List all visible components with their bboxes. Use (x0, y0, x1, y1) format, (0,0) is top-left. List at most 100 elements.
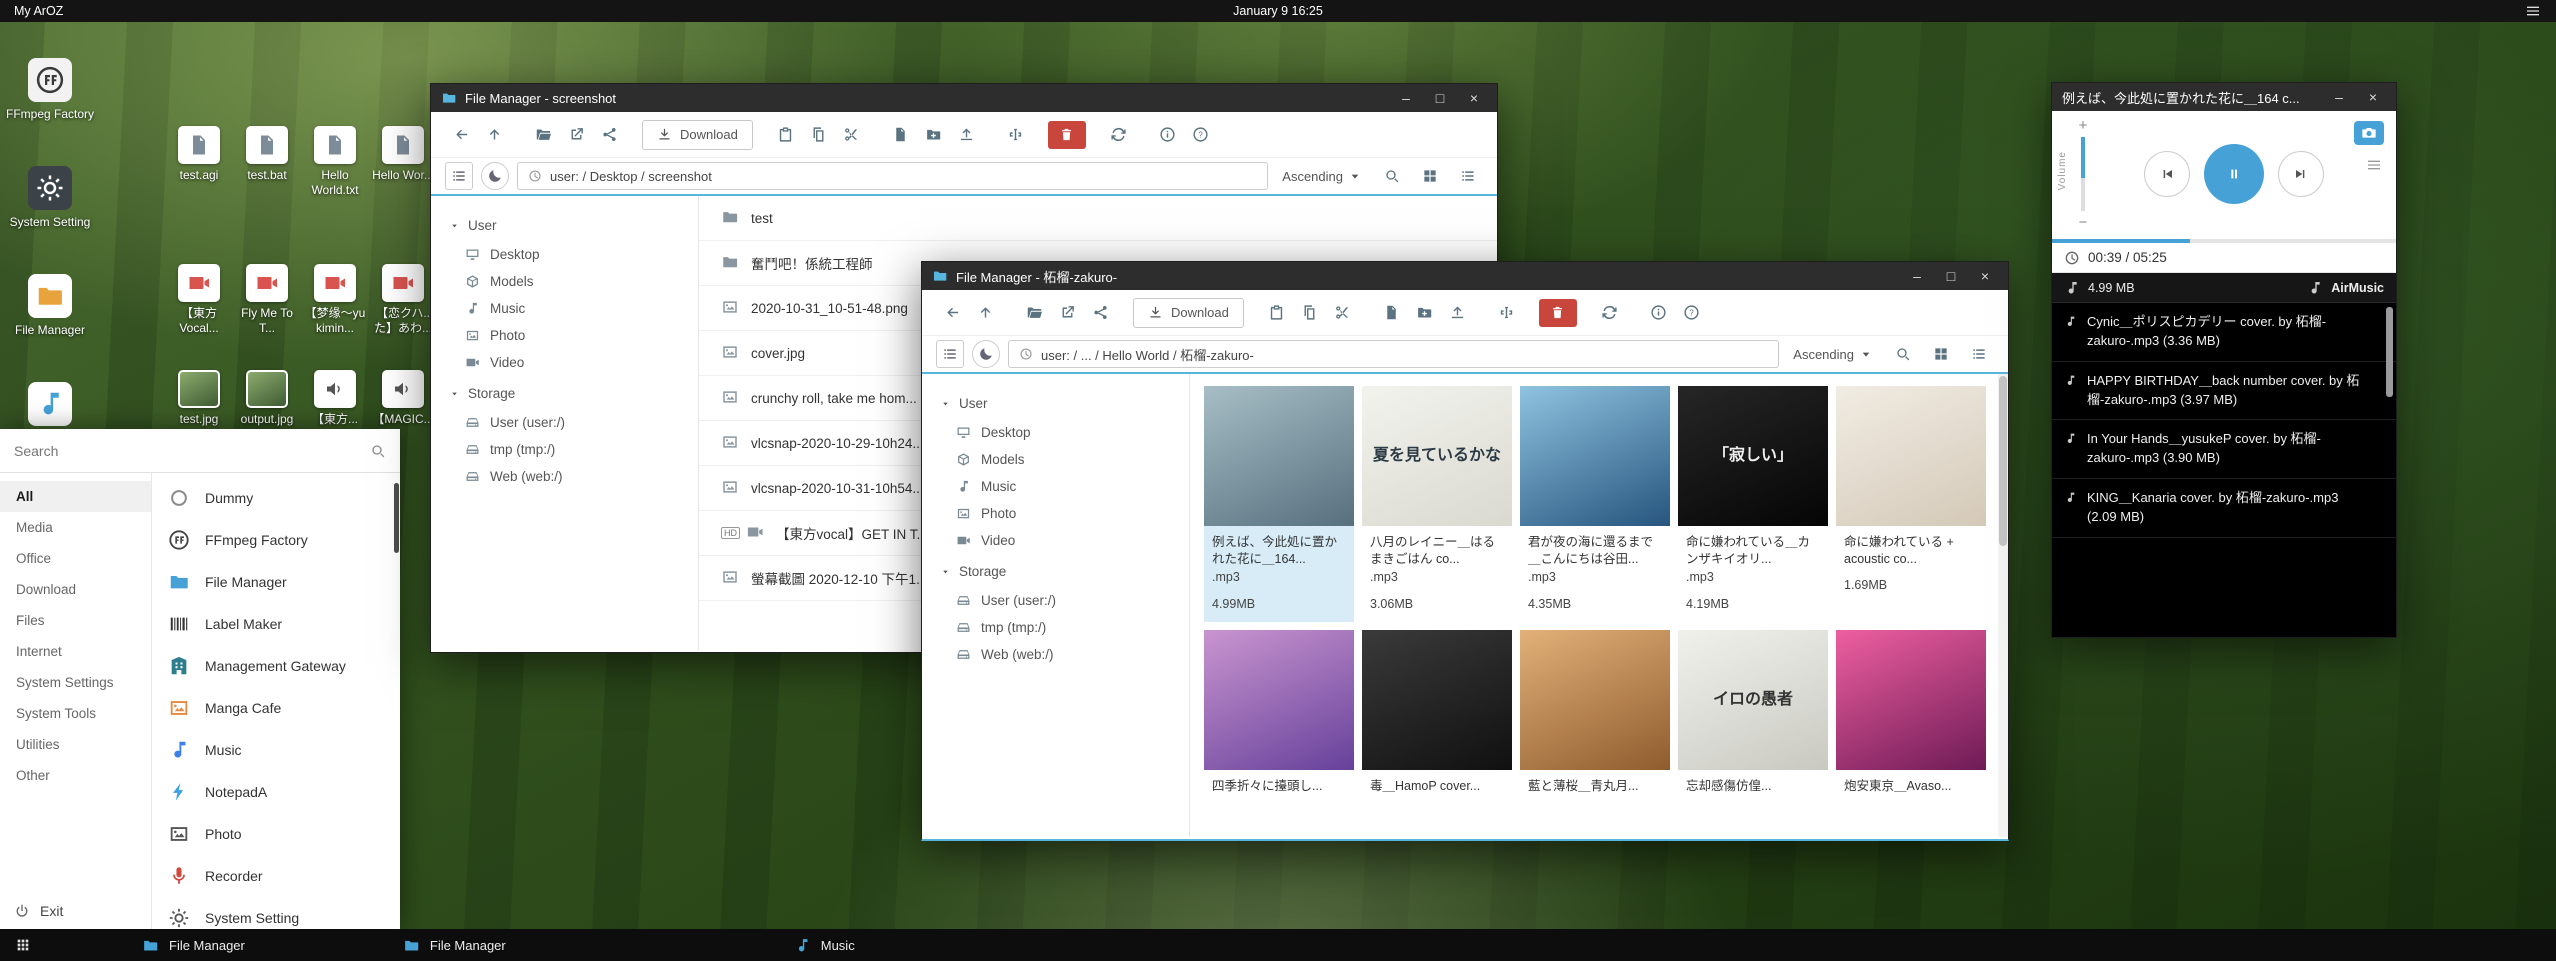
app-launcher-icon[interactable] (14, 936, 32, 954)
folder-open-icon[interactable] (527, 120, 560, 150)
copy-icon[interactable] (802, 120, 835, 150)
rename-icon[interactable] (1490, 298, 1523, 328)
app-ffmpeg-factory[interactable]: FFmpeg Factory (152, 519, 400, 561)
progress-bar[interactable] (2052, 239, 2396, 243)
volume-slider[interactable]: + − Volume (2064, 117, 2102, 231)
file-tile[interactable]: 君が夜の海に還るまで＿こんにちは谷田....mp34.35MB (1520, 386, 1670, 622)
upload-icon[interactable] (950, 120, 983, 150)
scrollbar-track[interactable] (1998, 374, 2008, 837)
sidebar-item-music[interactable]: Music (449, 295, 698, 322)
sort-dropdown[interactable]: Ascending (1276, 168, 1369, 184)
playlist-item[interactable]: KING＿Kanaria cover. by 柘榴-zakuro-.mp3 (2… (2052, 479, 2396, 538)
sidebar-item-user-user[interactable]: User (user:/) (449, 409, 698, 436)
up-icon[interactable] (969, 298, 1002, 328)
rename-icon[interactable] (999, 120, 1032, 150)
view-toggle-button[interactable] (936, 340, 964, 368)
app-music[interactable]: Music (152, 729, 400, 771)
sidebar-item-web-web[interactable]: Web (web:/) (940, 641, 1189, 668)
app-dummy[interactable]: Dummy (152, 477, 400, 519)
dark-mode-button[interactable] (972, 340, 1000, 368)
minimize-button[interactable]: – (1904, 268, 1930, 284)
help-icon[interactable]: ? (1675, 298, 1708, 328)
external-icon[interactable] (1051, 298, 1084, 328)
sidebar-item-photo[interactable]: Photo (449, 322, 698, 349)
upload-icon[interactable] (1441, 298, 1474, 328)
brand-label[interactable]: My ArOZ (14, 4, 274, 18)
path-field[interactable]: user: / Desktop / screenshot (517, 162, 1268, 190)
previous-track-button[interactable] (2144, 151, 2190, 197)
category-utilities[interactable]: Utilities (0, 729, 151, 760)
sidebar-item-models[interactable]: Models (940, 446, 1189, 473)
desktop-icon-file-manager[interactable]: File Manager (4, 274, 96, 338)
dark-mode-button[interactable] (481, 162, 509, 190)
app-notepada[interactable]: NotepadA (152, 771, 400, 813)
titlebar[interactable]: File Manager - 柘榴-zakuro- – □ × (922, 262, 2008, 290)
refresh-icon[interactable] (1102, 120, 1135, 150)
sidebar-item-models[interactable]: Models (449, 268, 698, 295)
category-system-settings[interactable]: System Settings (0, 667, 151, 698)
app-file-manager[interactable]: File Manager (152, 561, 400, 603)
sidebar-item-photo[interactable]: Photo (940, 500, 1189, 527)
cast-button[interactable] (2354, 121, 2384, 145)
app-manga-cafe[interactable]: Manga Cafe (152, 687, 400, 729)
file-tile[interactable]: 炮安東京＿Avaso... (1836, 630, 1986, 805)
file-tile[interactable]: 「寂しい」命に嫌われている＿カンザキイオリ....mp34.19MB (1678, 386, 1828, 622)
sidebar-section-storage[interactable]: Storage (940, 564, 1189, 579)
category-office[interactable]: Office (0, 543, 151, 574)
file-tile[interactable]: 例えば、今此処に置かれた花に＿164....mp34.99MB (1204, 386, 1354, 622)
search-input[interactable] (14, 443, 362, 459)
playlist-item[interactable]: In Your Hands＿yusukeP cover. by 柘榴-zakur… (2052, 420, 2396, 479)
topbar-menu-icon[interactable] (2524, 2, 2542, 20)
file-tile[interactable]: 藍と薄桜＿青丸月... (1520, 630, 1670, 805)
scrollbar-thumb[interactable] (1999, 376, 2007, 546)
playlist-item[interactable]: Cynic＿ポリスピカデリー cover. by 柘榴-zakuro-.mp3 … (2052, 303, 2396, 362)
volume-track[interactable] (2081, 137, 2085, 211)
sidebar-item-user-user[interactable]: User (user:/) (940, 587, 1189, 614)
copy-icon[interactable] (1293, 298, 1326, 328)
info-icon[interactable] (1151, 120, 1184, 150)
desktop-file-item[interactable]: 【恋クハ..た】あわ... (370, 264, 436, 336)
exit-button[interactable]: Exit (14, 903, 63, 919)
file-tile[interactable]: 命に嫌われている + acoustic co...1.69MB (1836, 386, 1986, 622)
refresh-icon[interactable] (1593, 298, 1626, 328)
trash-button[interactable] (1048, 121, 1086, 149)
taskbar-task-music-3[interactable]: Music (786, 929, 863, 961)
close-button[interactable]: × (1461, 90, 1487, 106)
up-icon[interactable] (478, 120, 511, 150)
app-label-maker[interactable]: Label Maker (152, 603, 400, 645)
help-icon[interactable]: ? (1184, 120, 1217, 150)
desktop-file-test-jpg[interactable]: test.jpg (166, 370, 232, 427)
category-files[interactable]: Files (0, 605, 151, 636)
path-field[interactable]: user: / ... / Hello World / 柘榴-zakuro- (1008, 340, 1779, 368)
app-management-gateway[interactable]: Management Gateway (152, 645, 400, 687)
back-icon[interactable] (445, 120, 478, 150)
category-system-tools[interactable]: System Tools (0, 698, 151, 729)
volume-plus-button[interactable]: + (2079, 117, 2088, 134)
volume-minus-button[interactable]: − (2079, 214, 2088, 231)
sidebar-section-user[interactable]: User (449, 218, 698, 233)
category-internet[interactable]: Internet (0, 636, 151, 667)
list-view-button[interactable] (1964, 340, 1994, 368)
download-button[interactable]: Download (642, 120, 753, 150)
desktop-file-fly-me-to-t[interactable]: Fly Me To T... (234, 264, 300, 336)
desktop-file-item[interactable]: 【東方... (302, 370, 368, 427)
category-other[interactable]: Other (0, 760, 151, 791)
sidebar-item-desktop[interactable]: Desktop (449, 241, 698, 268)
app-photo[interactable]: Photo (152, 813, 400, 855)
minimize-button[interactable]: – (2326, 89, 2352, 105)
list-view-button[interactable] (1453, 162, 1483, 190)
sidebar-item-desktop[interactable]: Desktop (940, 419, 1189, 446)
desktop-file-yu-kimin[interactable]: 【梦缘～yu kimin... (302, 264, 368, 336)
new-file-icon[interactable] (1375, 298, 1408, 328)
new-file-icon[interactable] (884, 120, 917, 150)
desktop-file-output-jpg[interactable]: output.jpg (234, 370, 300, 427)
new-folder-icon[interactable] (1408, 298, 1441, 328)
close-button[interactable]: × (1972, 268, 1998, 284)
sidebar-section-storage[interactable]: Storage (449, 386, 698, 401)
new-folder-icon[interactable] (917, 120, 950, 150)
desktop-file-vocal[interactable]: 【東方Vocal... (166, 264, 232, 336)
taskbar-task-file-manager-1[interactable]: File Manager (134, 929, 253, 961)
trash-button[interactable] (1539, 299, 1577, 327)
category-media[interactable]: Media (0, 512, 151, 543)
app-system-setting[interactable]: System Setting (152, 897, 400, 929)
